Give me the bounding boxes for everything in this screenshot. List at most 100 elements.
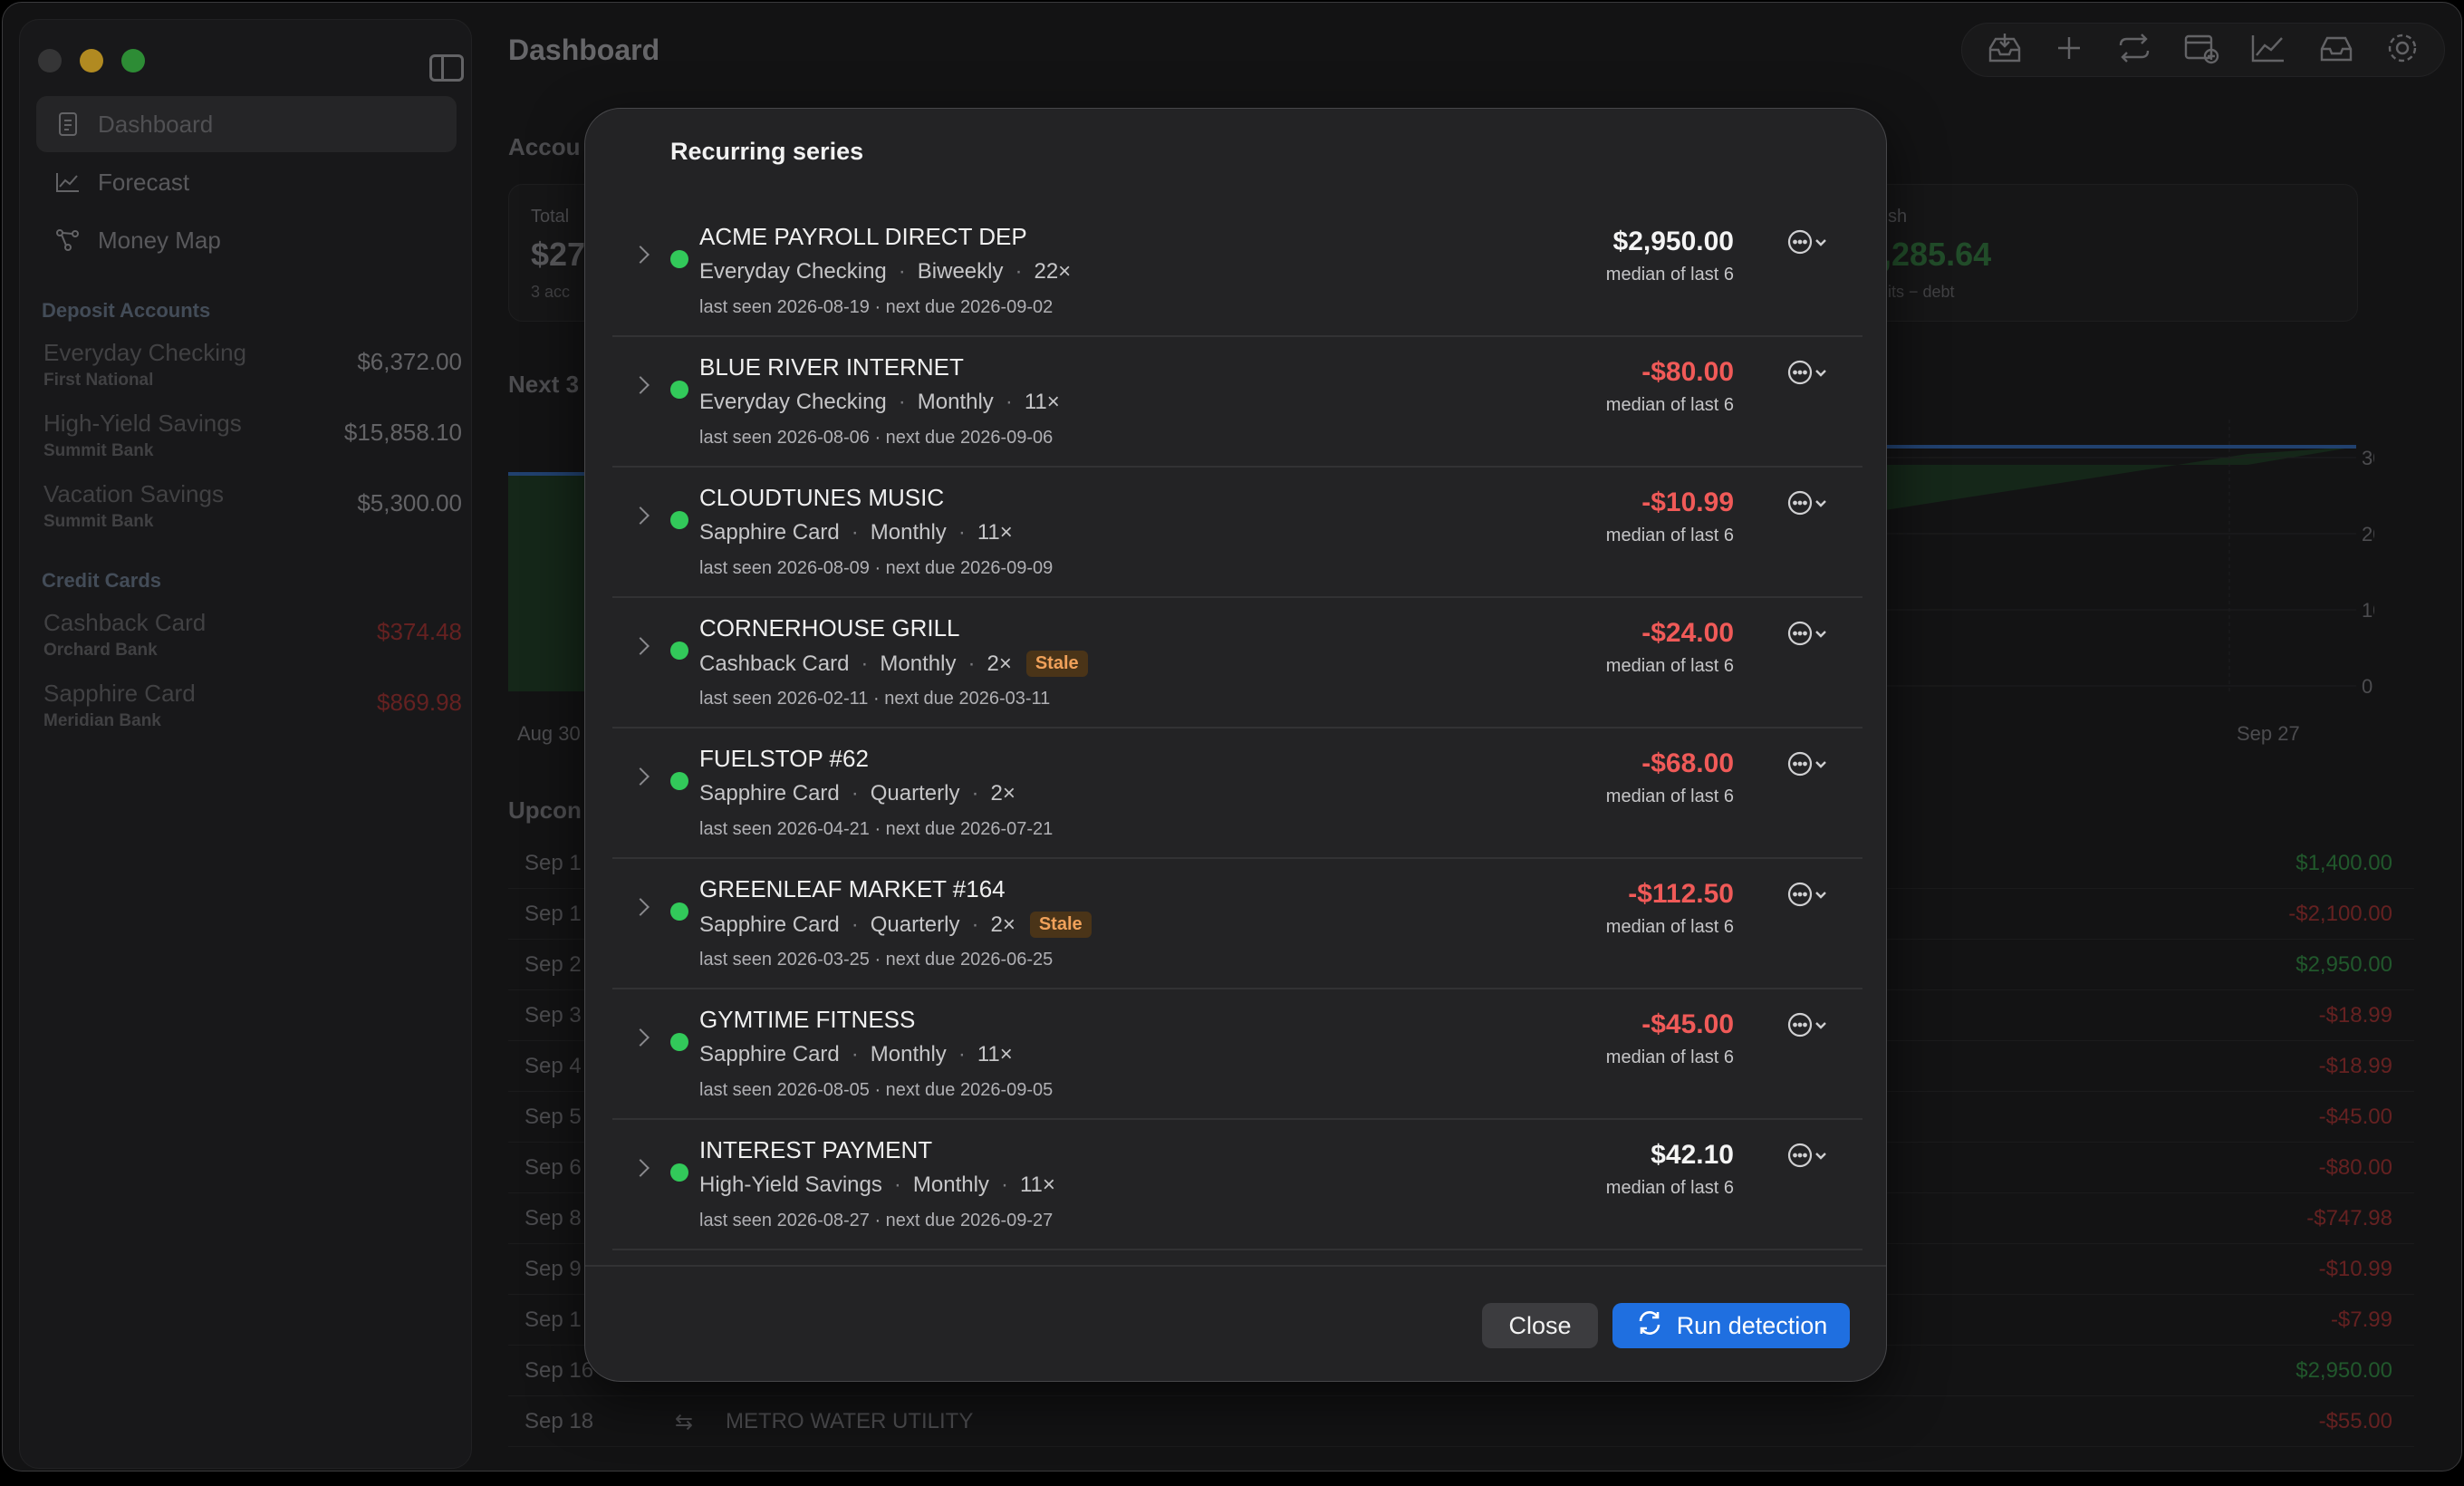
series-account: Sapphire Card [699,781,840,806]
chevron-down-icon [1814,1150,1828,1166]
series-amount: -$10.99 [1641,487,1734,517]
series-median-label: median of last 6 [1605,395,1734,415]
status-dot [670,1033,688,1051]
series-row[interactable]: FUELSTOP #62 Sapphire Card · Quarterly · 2× la… [612,729,1862,859]
series-dates: last seen 2026-08-09 · next due 2026-09-… [699,558,1054,578]
series-meta: Cashback Card · Monthly · 2× Stale [699,651,1088,677]
chevron-right-icon[interactable] [631,376,650,394]
series-amount: -$45.00 [1641,1009,1734,1039]
series-dates: last seen 2026-08-05 · next due 2026-09-… [699,1080,1054,1100]
run-detection-label: Run detection [1676,1311,1828,1339]
series-amount: $42.10 [1651,1140,1734,1170]
series-cadence: Quarterly [870,781,960,806]
dialog-title: Recurring series [670,138,864,165]
status-dot [670,902,688,921]
chevron-down-icon [1814,889,1828,905]
chevron-down-icon [1814,367,1828,383]
series-cadence: Monthly [870,520,947,545]
ellipsis-circle-icon [1786,228,1814,260]
ellipsis-circle-icon [1786,881,1814,912]
series-median-label: median of last 6 [1605,786,1734,806]
more-options-button[interactable] [1786,620,1828,651]
series-cadence: Monthly [917,390,994,414]
more-options-button[interactable] [1786,1142,1828,1173]
series-account: Everyday Checking [699,259,887,284]
series-cadence: Monthly [912,1172,989,1197]
series-name: BLUE RIVER INTERNET [699,353,964,381]
separator-dot: · [958,1042,966,1066]
series-count: 11× [1024,390,1060,414]
more-options-button[interactable] [1786,1011,1828,1043]
series-median-label: median of last 6 [1605,1047,1734,1067]
series-row[interactable]: GREENLEAF MARKET #164 Sapphire Card · Quart… [612,859,1862,989]
series-account: Everyday Checking [699,390,887,414]
series-amount: -$68.00 [1641,748,1734,778]
separator-dot: · [893,1172,901,1197]
separator-dot: · [971,912,979,937]
separator-dot: · [1000,1172,1008,1197]
chevron-down-icon [1814,758,1828,775]
chevron-down-icon [1814,628,1828,644]
series-count: 2× [987,651,1012,676]
ellipsis-circle-icon [1786,620,1814,651]
chevron-right-icon[interactable] [631,246,650,264]
close-button[interactable]: Close [1482,1303,1598,1348]
separator-dot: · [861,651,869,676]
series-cadence: Biweekly [917,259,1004,284]
status-dot [670,250,688,268]
chevron-right-icon[interactable] [631,637,650,655]
separator-dot: · [971,781,979,806]
chevron-right-icon[interactable] [631,1159,650,1177]
chevron-right-icon[interactable] [631,898,650,916]
dialog-footer: Close Run detection [585,1265,1886,1381]
series-name: FUELSTOP #62 [699,745,869,772]
app-window: Dashboard Forecast Money Map Deposit Acc… [2,2,2462,1472]
series-dates: last seen 2026-04-21 · next due 2026-07-… [699,819,1054,839]
chevron-down-icon [1814,1019,1828,1036]
series-cadence: Monthly [870,1042,947,1066]
series-median-label: median of last 6 [1605,917,1734,937]
chevron-down-icon [1814,497,1828,514]
series-count: 11× [1019,1172,1055,1197]
series-count: 11× [977,520,1013,545]
separator-dot: · [1005,390,1013,414]
separator-dot: · [851,1042,859,1066]
more-options-button[interactable] [1786,228,1828,260]
series-row[interactable]: CORNERHOUSE GRILL Cashback Card · Monthly · 2… [612,598,1862,729]
more-options-button[interactable] [1786,489,1828,521]
separator-dot: · [958,520,966,545]
series-name: CLOUDTUNES MUSIC [699,484,945,511]
series-name: INTEREST PAYMENT [699,1136,933,1163]
series-row[interactable]: GYMTIME FITNESS Sapphire Card · Monthly · 11×… [612,989,1862,1120]
series-median-label: median of last 6 [1605,656,1734,676]
separator-dot: · [851,520,859,545]
status-dot [670,772,688,790]
status-dot [670,642,688,660]
series-row[interactable]: ACME PAYROLL DIRECT DEP Everyday Checking… [612,207,1862,337]
more-options-button[interactable] [1786,881,1828,912]
stale-badge: Stale [1029,912,1092,938]
series-row[interactable]: CLOUDTUNES MUSIC Sapphire Card · Monthly · 11… [612,468,1862,598]
more-options-button[interactable] [1786,750,1828,782]
series-amount: -$80.00 [1641,357,1734,387]
series-row[interactable]: INTEREST PAYMENT High-Yield Savings · Month… [612,1120,1862,1250]
series-count: 22× [1034,259,1072,284]
series-account: High-Yield Savings [699,1172,882,1197]
series-count: 2× [990,912,1015,937]
recurring-series-dialog: Recurring series ACME PAYROLL DIRECT DEP… [584,108,1887,1382]
series-amount: -$24.00 [1641,618,1734,648]
series-cadence: Quarterly [870,912,960,937]
series-dates: last seen 2026-08-27 · next due 2026-09-… [699,1211,1054,1230]
status-dot [670,511,688,529]
series-account: Sapphire Card [699,1042,840,1066]
ellipsis-circle-icon [1786,1142,1814,1173]
series-meta: Sapphire Card · Quarterly · 2× [699,781,1015,806]
series-name: GREENLEAF MARKET #164 [699,875,1006,902]
chevron-right-icon[interactable] [631,1028,650,1047]
run-detection-button[interactable]: Run detection [1612,1303,1850,1348]
more-options-button[interactable] [1786,359,1828,391]
series-row[interactable]: BLUE RIVER INTERNET Everyday Checking · Mon… [612,337,1862,468]
chevron-right-icon[interactable] [631,507,650,525]
status-dot [670,1163,688,1182]
chevron-right-icon[interactable] [631,767,650,786]
